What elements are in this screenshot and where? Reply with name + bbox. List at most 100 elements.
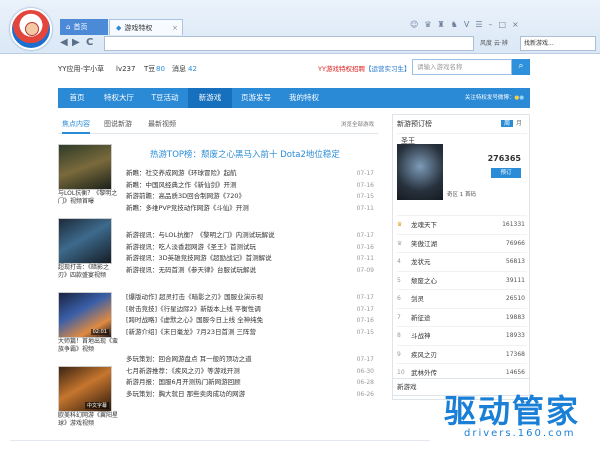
toolbar-tools[interactable]: 风度 云·辨 xyxy=(480,38,508,47)
period-tabs: 周月 xyxy=(500,118,525,127)
main-content: 焦点内容 图说新游 最新视频 浏览全部游戏 与LOL抗衡？《黎明之门》视频首曝 … xyxy=(58,114,378,444)
rank-row[interactable]: 8 斗战神 18933 xyxy=(397,326,527,345)
tab-videos[interactable]: 最新视频 xyxy=(148,119,176,129)
address-bar[interactable] xyxy=(104,36,474,51)
news-group-1: 新瞧：社交养成网游《环球冒险》起航 07-17 新瞧：中国风经典之作《新仙剑》开测… xyxy=(126,168,374,214)
main-nav: 首页 特权大厅 T豆活动 新游戏 页游发号 我的特权 关注特权发号微博：●● xyxy=(58,88,530,108)
rank-row[interactable]: 5 颓废之心 39111 xyxy=(397,270,527,290)
user-level: lv237 xyxy=(116,65,136,73)
news-group-3: [爆版动作] 超灵打击《暗影之刃》国服业演示视 07-17 [射击竞技]《行星边际… xyxy=(126,292,374,338)
news-item[interactable]: 新游视讯：与LOL抗衡？《黎明之门》内测试玩解说 07-17 xyxy=(126,230,374,242)
featured-game: 圣王 276365 预订 奇区 1 首码 xyxy=(397,133,527,203)
news-item[interactable]: [新游介绍]《末日毫龙》7月23日首测 三阵营 07-15 xyxy=(126,327,374,339)
footer-divider xyxy=(10,440,430,441)
msg-count[interactable]: 42 xyxy=(188,62,197,76)
thumb-caption-1[interactable]: 与LOL抗衡？《黎明之门》视频首曝 xyxy=(58,190,118,206)
rank-row[interactable]: 4 龙状元 56813 xyxy=(397,252,527,271)
nav-home[interactable]: 首页 xyxy=(58,88,96,108)
tab-game-privilege[interactable]: ◆ 游戏特权 × xyxy=(109,19,183,35)
diamond-icon: ◆ xyxy=(116,24,122,32)
rank-row[interactable]: 6 剑灵 26510 xyxy=(397,289,527,308)
rank-row[interactable]: 9 疾风之刃 17368 xyxy=(397,344,527,364)
thumb-caption-4[interactable]: 欧美科幻网游《翼阳星球》游戏视频 xyxy=(58,412,118,428)
recruit-text: YY游戏特权招聘 xyxy=(318,65,365,73)
news-item[interactable]: 新瞧：中国风经典之作《新仙剑》开测 07-16 xyxy=(126,180,374,192)
video-thumb-4[interactable]: 中文字幕 xyxy=(58,366,112,412)
news-group-4: 多玩策划：回合网游盘点 耳一般的顶功之道 07-17 七月新游推荐：《疾风之刃》等… xyxy=(126,354,374,400)
username[interactable]: YY应用-宇小草 xyxy=(58,62,104,76)
hot-headline[interactable]: 热游TOP榜：颓废之心黑马入前十 Dota2地位稳定 xyxy=(150,148,370,160)
tab-active-label: 游戏特权 xyxy=(124,24,153,32)
news-item[interactable]: 新游视讯：3D英雄竞技网游《超励战记》首测解说 07-11 xyxy=(126,253,374,265)
news-item[interactable]: 多玩策划：胸大就日 那些卖肉成功的网游 06-26 xyxy=(126,389,374,401)
browser-search-input[interactable]: 找新游戏... xyxy=(520,36,596,51)
thumb-caption-3[interactable]: 大师篇！首地出现《蛮族争霸》视频 xyxy=(58,338,118,354)
thumb-tag: 中文字幕 xyxy=(84,402,109,409)
trophy-icon: ♛ xyxy=(397,239,403,247)
nav-new-games[interactable]: 新游戏 xyxy=(188,88,232,108)
news-item[interactable]: [射击竞技]《行星边际2》新版本上线 平衡性调 07-17 xyxy=(126,304,374,316)
nav-tdou[interactable]: T豆活动 xyxy=(142,88,188,108)
nav-hall[interactable]: 特权大厅 xyxy=(96,88,142,108)
forward-button[interactable]: ▶ xyxy=(72,37,80,49)
news-item[interactable]: 新瞧：多维PVP竞技动作网游《斗仙》开测 07-11 xyxy=(126,203,374,215)
top-toolbar-icons[interactable]: ☺♛♜♞V☰–□× xyxy=(410,20,596,32)
follow-label: 关注特权发号微博： xyxy=(464,95,515,101)
featured-game-image[interactable] xyxy=(397,144,443,200)
booking-ranking-panel: 新游预订榜 周月 圣王 276365 预订 奇区 1 首码 ♛ 龙魂天下 16133… xyxy=(392,114,530,400)
news-item[interactable]: 新游月报：国服6月开测热门新网游回顾 06-28 xyxy=(126,377,374,389)
home-icon: ⌂ xyxy=(66,23,71,31)
tab-home[interactable]: ⌂ 首页 xyxy=(60,19,108,35)
browser-logo-icon[interactable] xyxy=(10,8,52,50)
view-all-games-link[interactable]: 浏览全部游戏 xyxy=(341,120,374,128)
nav-my-privilege[interactable]: 我的特权 xyxy=(280,88,328,108)
rank-list: ♛ 龙魂天下 161331 ♛ 笑傲江湖 76966 4 龙状元 56813 5 颓废之心 39… xyxy=(397,215,527,382)
video-thumb-3[interactable]: 02:01 xyxy=(58,292,112,338)
search-icon[interactable]: ⌕ xyxy=(512,59,530,75)
game-search-input[interactable]: 请输入游戏名称 xyxy=(412,59,512,75)
watermark-url: drivers.160.com xyxy=(464,428,576,439)
tab-home-label: 首页 xyxy=(73,23,88,31)
tab-pictures[interactable]: 图说新游 xyxy=(104,119,132,129)
trophy-icon: ♛ xyxy=(397,221,403,228)
rank-row[interactable]: 7 新征途 19883 xyxy=(397,307,527,327)
news-item[interactable]: [跨时战略]《虚默之心》国服今日上线 全神纯免 07-16 xyxy=(126,315,374,327)
thumb-caption-2[interactable]: 超现打击：《暗影之刃》四款盛宴视频 xyxy=(58,264,118,280)
news-item[interactable]: 多玩策划：回合网游盘点 耳一般的顶功之道 07-17 xyxy=(126,354,374,366)
tencent-weibo-icon[interactable]: ● xyxy=(519,95,524,101)
tdou-label: T豆 xyxy=(144,65,156,73)
rank-row[interactable]: ♛ 笑傲江湖 76966 xyxy=(397,233,527,253)
tab-week[interactable]: 周 xyxy=(500,120,513,127)
nav-row: ◀ ▶ C 风度 云·辨 找新游戏... xyxy=(60,36,596,52)
nav-codes[interactable]: 页游发号 xyxy=(232,88,280,108)
news-item[interactable]: 新瞧：社交养成网游《环球冒险》起航 07-17 xyxy=(126,168,374,180)
tab-focus[interactable]: 焦点内容 xyxy=(62,119,90,134)
tab-month[interactable]: 月 xyxy=(513,120,525,127)
follow-weibo[interactable]: 关注特权发号微博：●● xyxy=(465,88,524,108)
thumb-tag: 02:01 xyxy=(90,329,109,335)
news-group-2: 新游视讯：与LOL抗衡？《黎明之门》内测试玩解说 07-17 新游视讯：吃人淡香超… xyxy=(126,230,374,276)
recruit-banner[interactable]: YY游戏特权招聘【运营实习生】 xyxy=(318,62,410,76)
news-item[interactable]: [爆版动作] 超灵打击《暗影之刃》国服业演示视 07-17 xyxy=(126,292,374,304)
browser-chrome: ⌂ 首页 ◆ 游戏特权 × ☺♛♜♞V☰–□× ◀ ▶ C 风度 云·辨 找新游戏.… xyxy=(0,0,600,54)
video-thumb-2[interactable] xyxy=(58,218,112,264)
book-button[interactable]: 预订 xyxy=(491,168,521,178)
news-item[interactable]: 七月新游推荐：《疾风之刃》等游戏开测 06-30 xyxy=(126,366,374,378)
featured-votes: 276365 xyxy=(487,154,521,163)
tdou-value[interactable]: 80 xyxy=(156,62,165,76)
content-tabs: 焦点内容 图说新游 最新视频 浏览全部游戏 xyxy=(58,114,378,134)
watermark: 驱动管家 drivers.160.com xyxy=(430,384,600,450)
video-thumb-1[interactable] xyxy=(58,144,112,190)
news-item[interactable]: 新游视讯：吃人淡香超网游《圣王》首测试玩 07-16 xyxy=(126,242,374,254)
news-item[interactable]: 新游前瞻：高品质3D回合制网游《720》 07-15 xyxy=(126,191,374,203)
news-item[interactable]: 新游视讯：无码首测《参天律》台服试玩解说 07-09 xyxy=(126,265,374,277)
recruit-link[interactable]: 【运营实习生】 xyxy=(365,65,411,73)
back-button[interactable]: ◀ xyxy=(60,37,68,49)
msg-label: 消息 xyxy=(172,65,186,73)
refresh-button[interactable]: C xyxy=(86,37,93,49)
panel-title: 新游预订榜 xyxy=(397,120,432,128)
rank-row[interactable]: ♛ 龙魂天下 161331 xyxy=(397,215,527,234)
watermark-text: 驱动管家 xyxy=(444,392,581,430)
close-tab-icon[interactable]: × xyxy=(172,20,178,36)
featured-info: 奇区 1 首码 xyxy=(447,192,476,198)
